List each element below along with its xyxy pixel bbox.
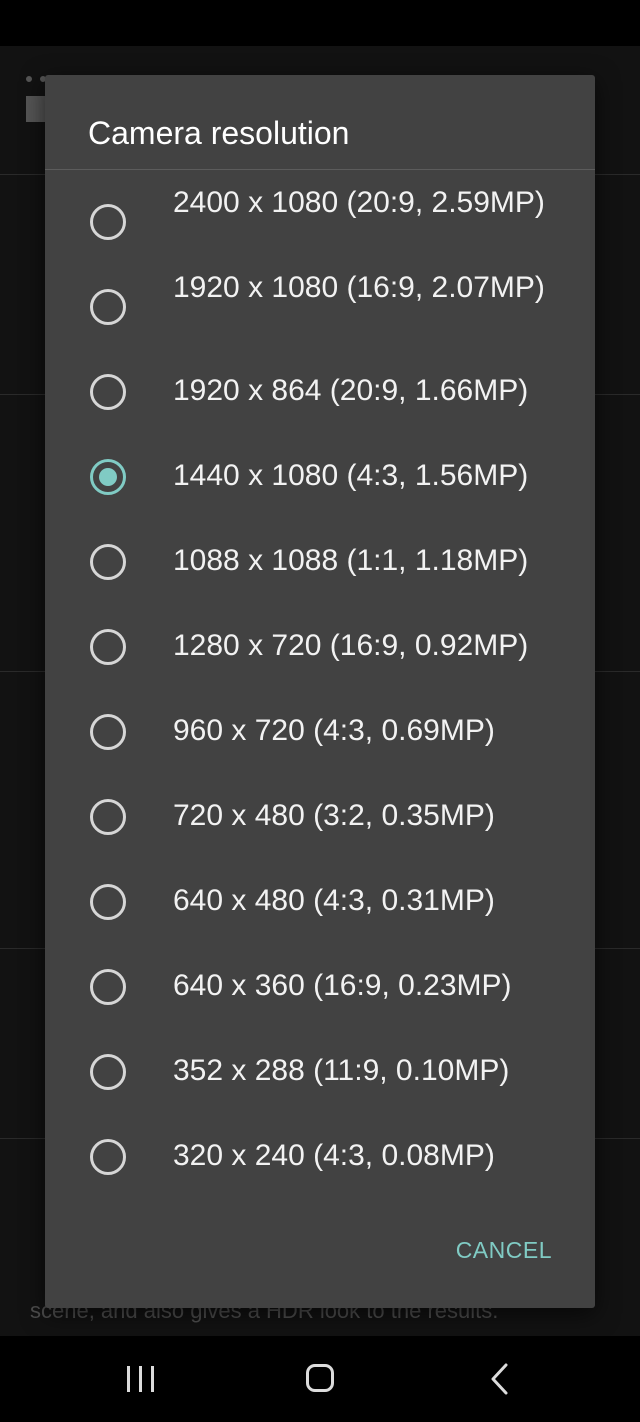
resolution-option-label: 352 x 288 (11:9, 0.10MP) [173,1054,510,1087]
back-icon[interactable] [488,1362,512,1396]
resolution-option[interactable]: 1088 x 1088 (1:1, 1.18MP) [45,520,595,604]
radio-button-icon[interactable] [90,629,126,665]
resolution-option[interactable]: 1440 x 1080 (4:3, 1.56MP) [45,435,595,519]
radio-button-icon[interactable] [90,884,126,920]
resolution-option-label: 1440 x 1080 (4:3, 1.56MP) [173,459,529,492]
resolution-option-label: 1280 x 720 (16:9, 0.92MP) [173,629,529,662]
resolution-option-label: 1088 x 1088 (1:1, 1.18MP) [173,544,529,577]
radio-button-icon[interactable] [90,1054,126,1090]
navigation-bar [0,1336,640,1422]
radio-button-icon[interactable] [90,544,126,580]
resolution-option-label: 1920 x 864 (20:9, 1.66MP) [173,374,529,407]
dialog-title: Camera resolution [88,115,350,151]
radio-button-icon[interactable] [90,374,126,410]
resolution-option[interactable]: 1920 x 1080 (16:9, 2.07MP) [45,265,595,349]
resolution-option[interactable]: 2400 x 1080 (20:9, 2.59MP) [45,180,595,264]
cancel-button[interactable]: CANCEL [456,1237,552,1264]
radio-button-icon[interactable] [90,969,126,1005]
resolution-option[interactable]: 720 x 480 (3:2, 0.35MP) [45,775,595,859]
resolution-option[interactable]: 352 x 288 (11:9, 0.10MP) [45,1030,595,1114]
settings-app-icon [24,76,46,140]
resolution-option-label: 320 x 240 (4:3, 0.08MP) [173,1139,495,1172]
resolution-option-label: 1920 x 1080 (16:9, 2.07MP) [173,271,545,304]
dialog-divider [45,169,595,170]
resolution-option[interactable]: 640 x 360 (16:9, 0.23MP) [45,945,595,1029]
resolution-option[interactable]: 320 x 240 (4:3, 0.08MP) [45,1115,595,1199]
resolution-option[interactable]: 1920 x 864 (20:9, 1.66MP) [45,350,595,434]
radio-button-icon[interactable] [90,289,126,325]
resolution-option-label: 2400 x 1080 (20:9, 2.59MP) [173,186,545,219]
resolution-option-label: 960 x 720 (4:3, 0.69MP) [173,714,495,747]
radio-button-icon[interactable] [90,799,126,835]
status-bar [0,0,640,46]
resolution-option[interactable]: 640 x 480 (4:3, 0.31MP) [45,860,595,944]
resolution-option-label: 640 x 480 (4:3, 0.31MP) [173,884,495,917]
resolution-option[interactable]: 960 x 720 (4:3, 0.69MP) [45,690,595,774]
resolution-option-label: 720 x 480 (3:2, 0.35MP) [173,799,495,832]
recents-icon[interactable] [127,1366,155,1392]
resolution-option-label: 640 x 360 (16:9, 0.23MP) [173,969,512,1002]
radio-button-icon[interactable] [90,204,126,240]
home-icon[interactable] [306,1364,334,1392]
camera-resolution-dialog: Camera resolution 2400 x 1080 (20:9, 2.5… [45,75,595,1308]
radio-button-icon[interactable] [90,1139,126,1175]
resolution-option[interactable]: 1280 x 720 (16:9, 0.92MP) [45,605,595,689]
radio-button-icon[interactable] [90,714,126,750]
radio-button-checked-icon[interactable] [90,459,126,495]
